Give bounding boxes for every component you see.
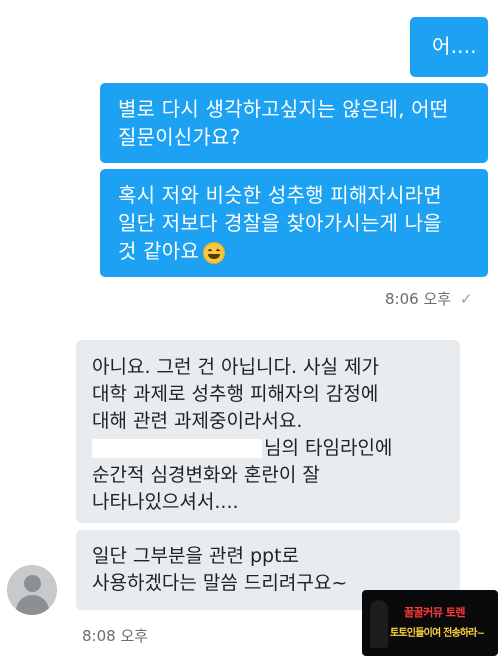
message-text: 일단 그부분을 관련 ppt로 — [92, 545, 300, 567]
message-timestamp: 8:08 오후 — [82, 627, 149, 645]
grinning-face-icon — [202, 241, 225, 264]
message-text: 일단 저보다 경찰을 찾아가시는게 나을 — [118, 211, 442, 235]
watermark-logo: 꿀꿀커뮤 토렌 토토인들이여 전송하라~ — [362, 590, 498, 656]
incoming-message-bubble[interactable]: 아니요. 그런 건 아닙니다. 사실 제가 대학 과제로 성추행 피해자의 감정… — [76, 340, 460, 523]
message-text: 것 같아요 — [118, 239, 199, 263]
message-text: 어.... — [432, 34, 477, 58]
message-text: 대해 관련 과제중이라서요. — [92, 410, 303, 432]
message-text: 님의 타임라인에 — [264, 437, 393, 459]
redacted-username — [92, 439, 262, 458]
silhouette-icon — [370, 600, 388, 648]
message-text: 질문이신가요? — [118, 125, 241, 149]
outgoing-message-bubble[interactable]: 어.... — [410, 17, 488, 77]
outgoing-message-bubble[interactable]: 별로 다시 생각하고싶지는 않은데, 어떤 질문이신가요? — [100, 83, 488, 163]
sender-avatar[interactable] — [7, 565, 57, 615]
avatar-body-icon — [16, 595, 49, 615]
message-text: 별로 다시 생각하고싶지는 않은데, 어떤 — [118, 97, 449, 121]
message-text: 순간적 심경변화와 혼란이 잘 — [92, 464, 320, 486]
message-text: 혹시 저와 비슷한 성추행 피해자시라면 — [118, 183, 442, 207]
read-check-icon: ✓ — [459, 290, 473, 308]
watermark-title: 꿀꿀커뮤 토렌 — [404, 606, 466, 619]
avatar-head-icon — [24, 575, 41, 592]
message-text: 나타나있으셔서.... — [92, 491, 239, 513]
outgoing-message-bubble[interactable]: 혹시 저와 비슷한 성추행 피해자시라면 일단 저보다 경찰을 찾아가시는게 나… — [100, 169, 488, 277]
message-text: 대학 과제로 성추행 피해자의 감정에 — [92, 383, 379, 405]
watermark-subtitle: 토토인들이여 전송하라~ — [390, 628, 485, 639]
message-timestamp: 8:06 오후 ✓ — [385, 290, 473, 308]
message-text: 아니요. 그런 건 아닙니다. 사실 제가 — [92, 356, 379, 378]
